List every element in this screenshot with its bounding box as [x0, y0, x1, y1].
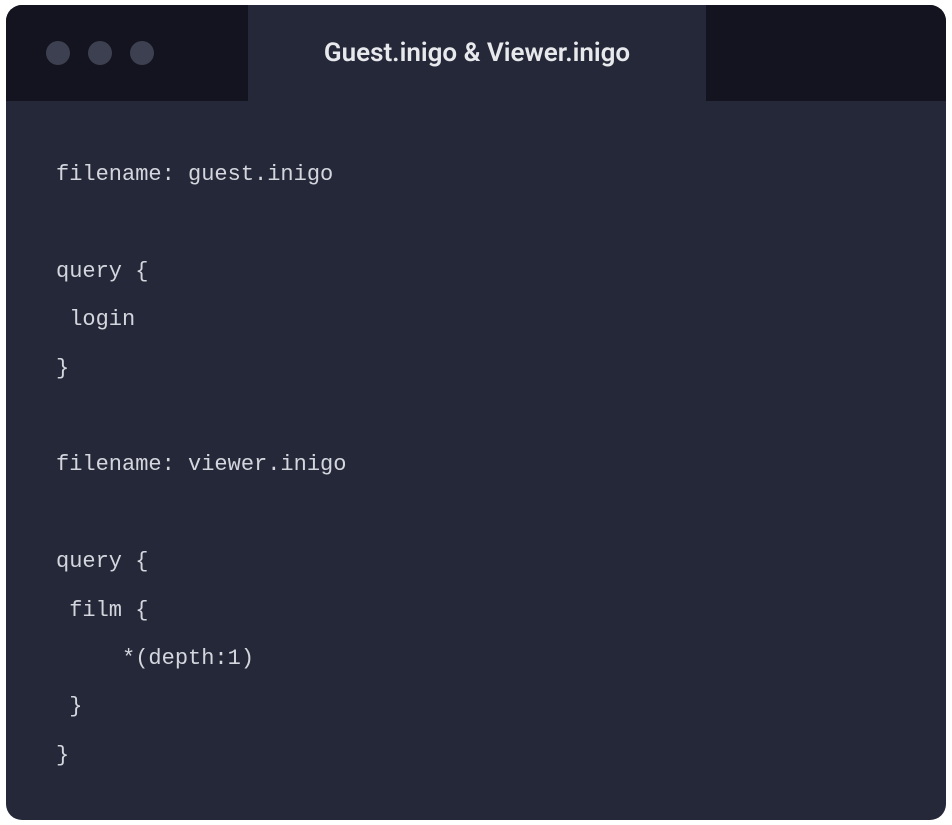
editor-window: Guest.inigo & Viewer.inigo filename: gue…	[6, 5, 946, 820]
window-controls	[6, 41, 154, 65]
tab-title: Guest.inigo & Viewer.inigo	[324, 38, 630, 68]
titlebar: Guest.inigo & Viewer.inigo	[6, 5, 946, 101]
code-content[interactable]: filename: guest.inigo query { login } fi…	[6, 101, 946, 820]
maximize-icon[interactable]	[130, 41, 154, 65]
close-icon[interactable]	[46, 41, 70, 65]
minimize-icon[interactable]	[88, 41, 112, 65]
active-tab[interactable]: Guest.inigo & Viewer.inigo	[248, 5, 706, 101]
